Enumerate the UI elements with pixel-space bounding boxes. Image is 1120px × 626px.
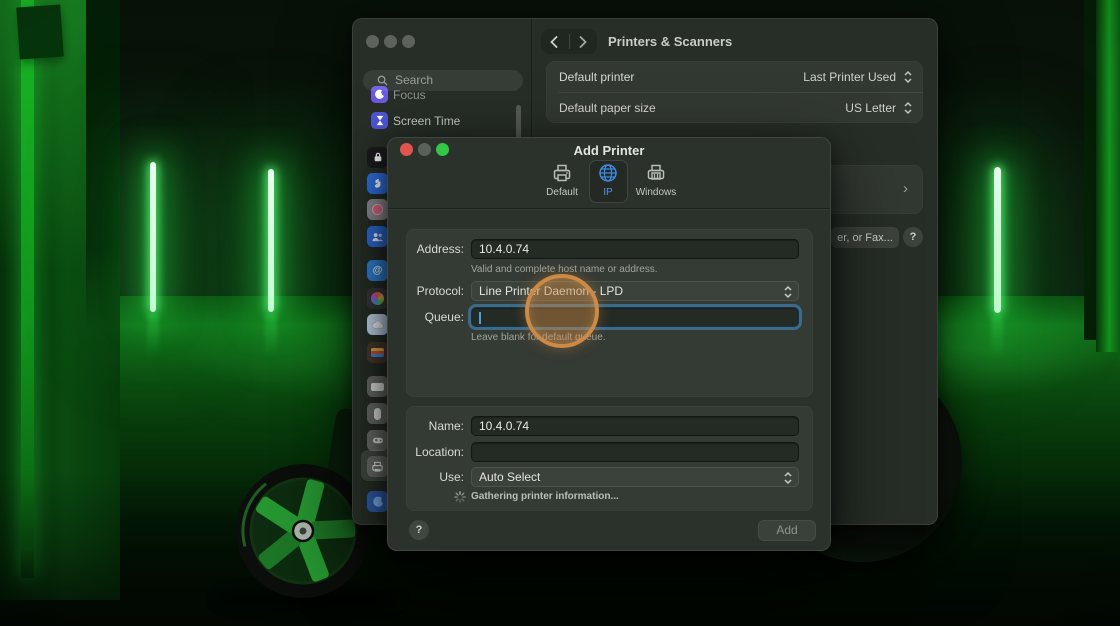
tab-ip[interactable]: IP (582, 162, 634, 202)
protocol-dropdown[interactable]: Line Printer Daemon - LPD (471, 281, 799, 301)
wallet-icon[interactable] (367, 342, 388, 363)
search-input[interactable]: Search (363, 70, 523, 91)
hourglass-icon (371, 112, 388, 129)
nav-back-forward (541, 29, 597, 54)
stepper-icon[interactable] (903, 70, 913, 84)
tab-windows[interactable]: Windows (630, 162, 682, 202)
minimize-button[interactable] (383, 35, 397, 48)
close-button[interactable] (365, 35, 379, 48)
game-controller-icon[interactable] (367, 430, 388, 451)
dialog-title: Add Printer (573, 143, 645, 158)
touch-id-icon[interactable] (367, 199, 388, 220)
family-icon[interactable] (367, 491, 388, 512)
back-icon[interactable] (550, 35, 558, 48)
users-groups-icon[interactable] (367, 226, 388, 247)
name-field[interactable]: 10.4.0.74 (471, 416, 799, 436)
stepper-icon[interactable] (903, 101, 913, 115)
keyboard-icon[interactable] (367, 376, 388, 397)
add-printer-dialog: Add Printer Default IP Windows Address: … (387, 137, 831, 551)
zoom-button[interactable] (401, 35, 415, 48)
text-caret (479, 312, 481, 324)
add-printer-scanner-fax-button[interactable]: er, or Fax... (831, 227, 899, 248)
forward-icon[interactable] (579, 35, 587, 48)
printer-icon (553, 164, 571, 182)
settings-help-button[interactable]: ? (903, 227, 923, 247)
printer-defaults-group: Default printer Last Printer Used Defaul… (546, 61, 923, 123)
tab-windows-label: Windows (635, 187, 677, 198)
add-button[interactable]: Add (758, 520, 816, 541)
status-text: Gathering printer information... (471, 491, 619, 502)
spinner-icon (454, 491, 466, 503)
lock-screen-icon[interactable] (367, 147, 388, 168)
use-dropdown[interactable]: Auto Select (471, 467, 799, 487)
sidebar-item-screen-time[interactable]: Screen Time (393, 114, 460, 128)
default-printer-value[interactable]: Last Printer Used (803, 70, 896, 84)
tab-ip-label: IP (603, 187, 613, 198)
default-paper-size-label: Default paper size (559, 101, 656, 115)
use-value: Auto Select (479, 470, 541, 484)
printers-scanners-icon[interactable] (367, 456, 388, 477)
search-icon (377, 75, 388, 86)
tab-default-label: Default (546, 187, 578, 198)
location-field[interactable] (471, 442, 799, 462)
use-label: Use: (439, 470, 464, 484)
default-printer-label: Default printer (559, 70, 635, 84)
location-label: Location: (415, 445, 464, 459)
toolbar-separator (388, 208, 830, 209)
internet-accounts-icon[interactable]: @ (367, 260, 388, 281)
row-divider (559, 92, 923, 93)
address-label: Address: (416, 242, 464, 256)
queue-field[interactable] (471, 307, 799, 327)
dialog-help-button[interactable]: ? (409, 520, 429, 540)
name-label: Name: (428, 419, 464, 433)
stepper-icon (784, 285, 792, 299)
nav-divider (568, 34, 570, 49)
default-paper-size-value[interactable]: US Letter (845, 101, 896, 115)
address-field[interactable]: 10.4.0.74 (471, 239, 799, 259)
game-center-icon[interactable] (367, 288, 388, 309)
mouse-icon[interactable] (367, 403, 388, 424)
globe-icon (599, 164, 617, 182)
click-highlight (525, 274, 599, 348)
screenshot-scene: Focus Search Screen Time @ Printers & Sc… (0, 0, 1120, 626)
stepper-icon (784, 471, 792, 485)
printer-icon (647, 164, 665, 180)
queue-label: Queue: (424, 310, 464, 324)
tab-default[interactable]: Default (536, 162, 588, 202)
accessibility-hand-icon[interactable] (367, 173, 388, 194)
search-placeholder: Search (395, 73, 434, 87)
page-title: Printers & Scanners (608, 34, 733, 49)
protocol-label: Protocol: (416, 284, 464, 298)
icloud-icon[interactable] (367, 314, 388, 335)
chevron-right-icon: › (903, 180, 908, 197)
add-printer-scanner-fax-label: er, or Fax... (837, 231, 893, 244)
